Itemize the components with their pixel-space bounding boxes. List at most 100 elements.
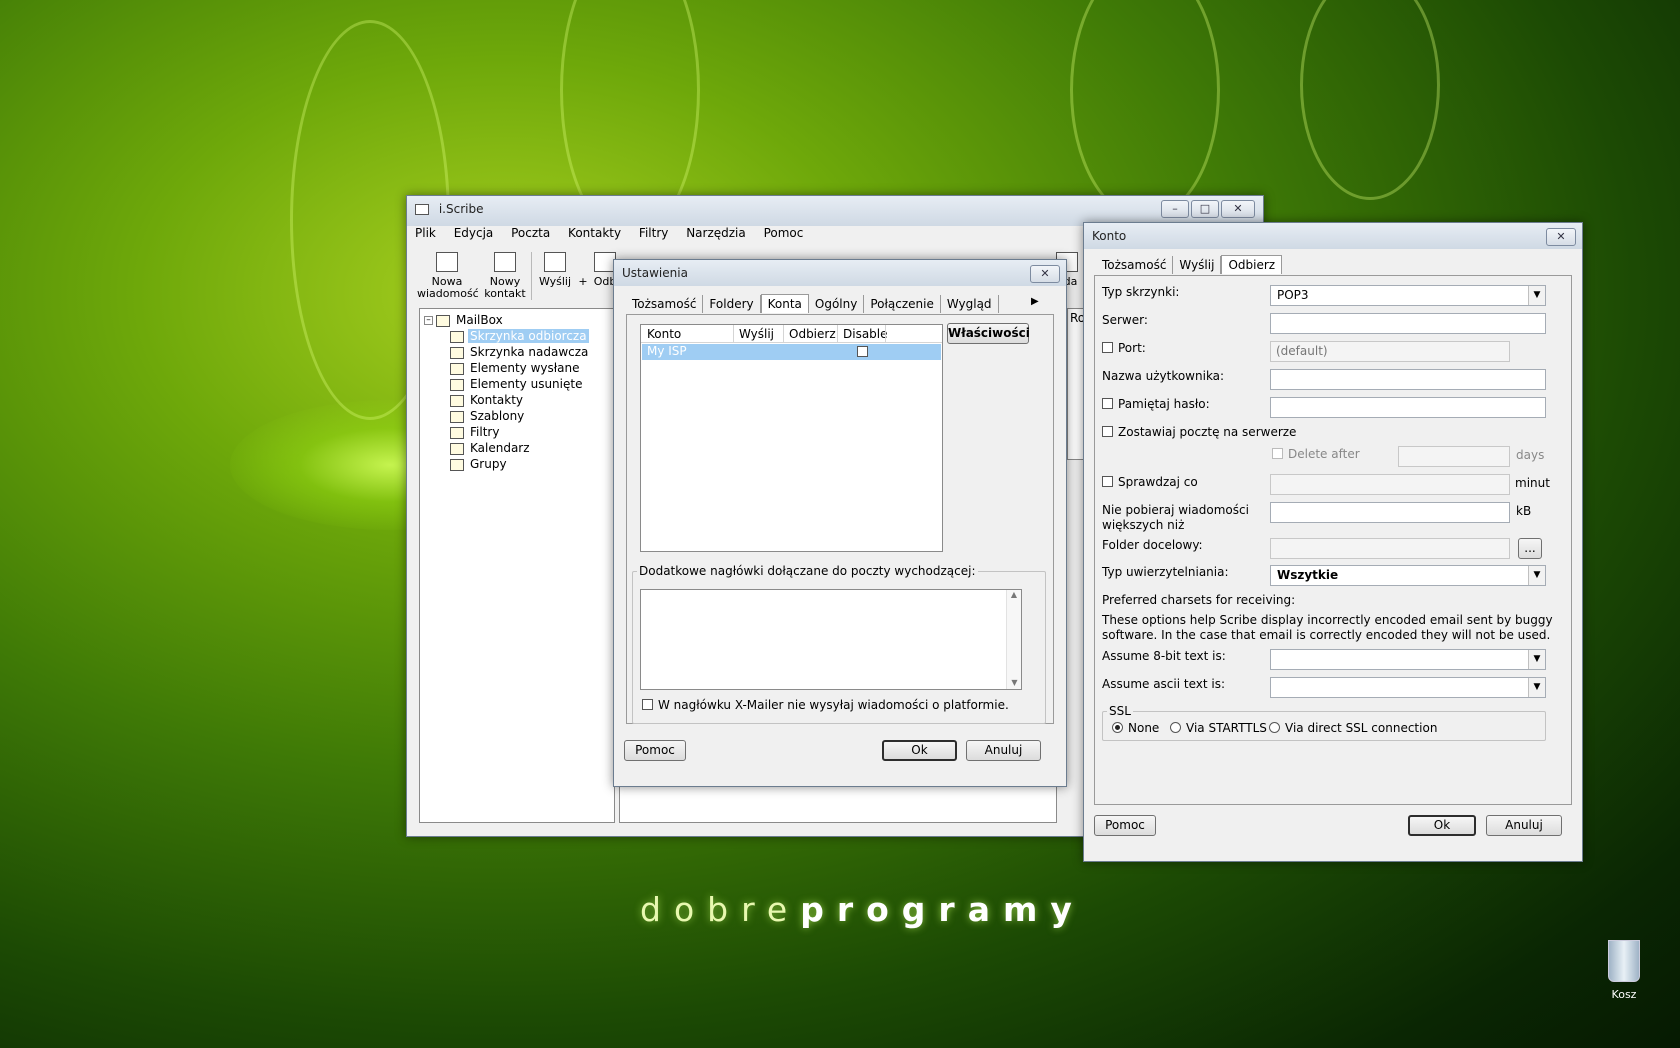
menu-bar: Plik Edycja Poczta Kontakty Filtry Narzę… bbox=[415, 226, 817, 246]
outbox-icon bbox=[450, 346, 464, 359]
tab-identity[interactable]: Tożsamość bbox=[1096, 256, 1174, 274]
tree-item-contacts[interactable]: Kontakty bbox=[450, 393, 525, 409]
xmailer-checkbox[interactable] bbox=[642, 699, 653, 710]
leave-on-server-checkbox[interactable] bbox=[1102, 426, 1113, 437]
tree-item-trash[interactable]: Elementy usunięte bbox=[450, 377, 584, 393]
tab-general[interactable]: Ogólny bbox=[809, 295, 865, 313]
settings-close-button[interactable]: ✕ bbox=[1030, 265, 1060, 283]
settings-titlebar[interactable]: Ustawienia bbox=[614, 260, 1066, 286]
collapse-icon[interactable]: – bbox=[424, 316, 433, 325]
tab-receive[interactable]: Odbierz bbox=[1221, 255, 1283, 274]
tab-send[interactable]: Wyślij bbox=[1173, 256, 1222, 274]
account-row[interactable]: My ISP bbox=[642, 344, 941, 360]
ssl-direct-option[interactable]: Via direct SSL connection bbox=[1269, 721, 1437, 735]
xmailer-option[interactable]: W nagłówku X-Mailer nie wysyłaj wiadomoś… bbox=[642, 698, 1009, 712]
groups-icon bbox=[450, 458, 464, 471]
delete-after-option[interactable]: Delete after bbox=[1272, 447, 1360, 461]
tab-folders[interactable]: Foldery bbox=[703, 295, 761, 313]
delete-after-input[interactable] bbox=[1398, 446, 1510, 467]
port-checkbox[interactable] bbox=[1102, 342, 1113, 353]
target-folder-input[interactable] bbox=[1270, 538, 1510, 559]
auth-type-select[interactable]: Wszytkie ▼ bbox=[1270, 565, 1546, 586]
account-cancel-button[interactable]: Anuluj bbox=[1486, 815, 1562, 836]
ssl-none-option[interactable]: None bbox=[1112, 721, 1159, 735]
new-contact-button[interactable]: Nowy kontakt bbox=[483, 252, 527, 300]
account-disable-checkbox[interactable] bbox=[857, 346, 868, 357]
headers-group-title: Dodatkowe nagłówki dołączane do poczty w… bbox=[637, 564, 978, 578]
ssl-starttls-option[interactable]: Via STARTTLS bbox=[1170, 721, 1267, 735]
browse-folder-button[interactable]: ... bbox=[1518, 538, 1542, 559]
server-input[interactable] bbox=[1270, 313, 1546, 334]
inbox-icon bbox=[450, 330, 464, 343]
account-close-button[interactable]: ✕ bbox=[1546, 228, 1576, 246]
menu-edycja[interactable]: Edycja bbox=[454, 226, 494, 240]
tab-connection[interactable]: Połączenie bbox=[864, 295, 941, 313]
account-title: Konto bbox=[1092, 229, 1127, 243]
max-size-input[interactable] bbox=[1270, 502, 1510, 523]
recycle-bin[interactable]: Kosz bbox=[1596, 940, 1652, 1001]
username-input[interactable] bbox=[1270, 369, 1546, 390]
check-every-checkbox[interactable] bbox=[1102, 476, 1113, 487]
ssl-starttls-radio[interactable] bbox=[1170, 722, 1181, 733]
target-folder-label: Folder docelowy: bbox=[1102, 538, 1203, 552]
settings-cancel-button[interactable]: Anuluj bbox=[966, 740, 1041, 761]
headers-scrollbar[interactable]: ▲ ▼ bbox=[1006, 590, 1021, 689]
menu-kontakty[interactable]: Kontakty bbox=[568, 226, 621, 240]
tree-item-sent[interactable]: Elementy wysłane bbox=[450, 361, 582, 377]
tree-item-outbox[interactable]: Skrzynka nadawcza bbox=[450, 345, 590, 361]
assume-ascii-label: Assume ascii text is: bbox=[1102, 677, 1226, 691]
column-disable[interactable]: Disable bbox=[843, 327, 888, 341]
port-input[interactable]: (default) bbox=[1270, 341, 1510, 362]
tree-item-filters[interactable]: Filtry bbox=[450, 425, 501, 441]
tab-accounts[interactable]: Konta bbox=[760, 294, 809, 313]
headers-textarea[interactable]: ▲ ▼ bbox=[640, 589, 1022, 690]
menu-filtry[interactable]: Filtry bbox=[639, 226, 668, 240]
delete-after-checkbox[interactable] bbox=[1272, 448, 1283, 459]
tree-item-templates[interactable]: Szablony bbox=[450, 409, 526, 425]
check-every-input[interactable] bbox=[1270, 474, 1510, 495]
folder-tree[interactable]: – MailBox Skrzynka odbiorcza Skrzynka nad… bbox=[419, 308, 615, 823]
mailbox-type-select[interactable]: POP3 ▼ bbox=[1270, 285, 1546, 306]
account-titlebar[interactable]: Konto bbox=[1084, 223, 1582, 249]
ssl-none-radio[interactable] bbox=[1112, 722, 1123, 733]
send-plus[interactable]: + bbox=[577, 276, 589, 288]
column-account[interactable]: Konto bbox=[647, 327, 681, 341]
minutes-unit: minut bbox=[1515, 476, 1550, 490]
tree-item-inbox[interactable]: Skrzynka odbiorcza bbox=[450, 329, 589, 345]
properties-button[interactable]: Właściwości bbox=[947, 323, 1030, 344]
tab-appearance[interactable]: Wygląd bbox=[941, 295, 999, 313]
menu-narzedzia[interactable]: Narzędzia bbox=[686, 226, 746, 240]
settings-ok-button[interactable]: Ok bbox=[882, 740, 957, 761]
password-input[interactable] bbox=[1270, 397, 1546, 418]
send-button[interactable]: Wyślij bbox=[537, 252, 573, 288]
column-receive[interactable]: Odbierz bbox=[789, 327, 836, 341]
ssl-direct-radio[interactable] bbox=[1269, 722, 1280, 733]
settings-help-button[interactable]: Pomoc bbox=[624, 740, 686, 761]
tree-item-calendar[interactable]: Kalendarz bbox=[450, 441, 532, 457]
accounts-list[interactable]: Konto Wyślij Odbierz Disable My ISP bbox=[640, 324, 943, 552]
remember-password-option[interactable]: Pamiętaj hasło: bbox=[1102, 397, 1210, 411]
account-ok-button[interactable]: Ok bbox=[1408, 815, 1476, 836]
menu-plik[interactable]: Plik bbox=[415, 226, 436, 240]
tabs-scroll-right-icon[interactable]: ▶ bbox=[1031, 296, 1039, 307]
menu-pomoc[interactable]: Pomoc bbox=[764, 226, 804, 240]
remember-password-checkbox[interactable] bbox=[1102, 398, 1113, 409]
tree-item-groups[interactable]: Grupy bbox=[450, 457, 509, 473]
account-name: My ISP bbox=[647, 344, 687, 358]
new-message-icon bbox=[436, 252, 458, 272]
account-help-button[interactable]: Pomoc bbox=[1094, 815, 1156, 836]
close-button[interactable]: ✕ bbox=[1221, 200, 1255, 218]
column-send[interactable]: Wyślij bbox=[739, 327, 774, 341]
maximize-button[interactable]: □ bbox=[1191, 200, 1219, 218]
tab-identity[interactable]: Tożsamość bbox=[626, 295, 704, 313]
assume-8bit-select[interactable]: ▼ bbox=[1270, 649, 1546, 670]
check-every-option[interactable]: Sprawdzaj co bbox=[1102, 475, 1198, 489]
leave-on-server-option[interactable]: Zostawiaj pocztę na serwerze bbox=[1102, 425, 1296, 439]
port-option[interactable]: Port: bbox=[1102, 341, 1146, 355]
menu-poczta[interactable]: Poczta bbox=[511, 226, 550, 240]
new-message-button[interactable]: Nowa wiadomość bbox=[417, 252, 479, 300]
assume-ascii-select[interactable]: ▼ bbox=[1270, 677, 1546, 698]
chevron-down-icon: ▼ bbox=[1528, 286, 1545, 305]
minimize-button[interactable]: – bbox=[1161, 200, 1189, 218]
tree-root[interactable]: – MailBox bbox=[424, 313, 505, 329]
